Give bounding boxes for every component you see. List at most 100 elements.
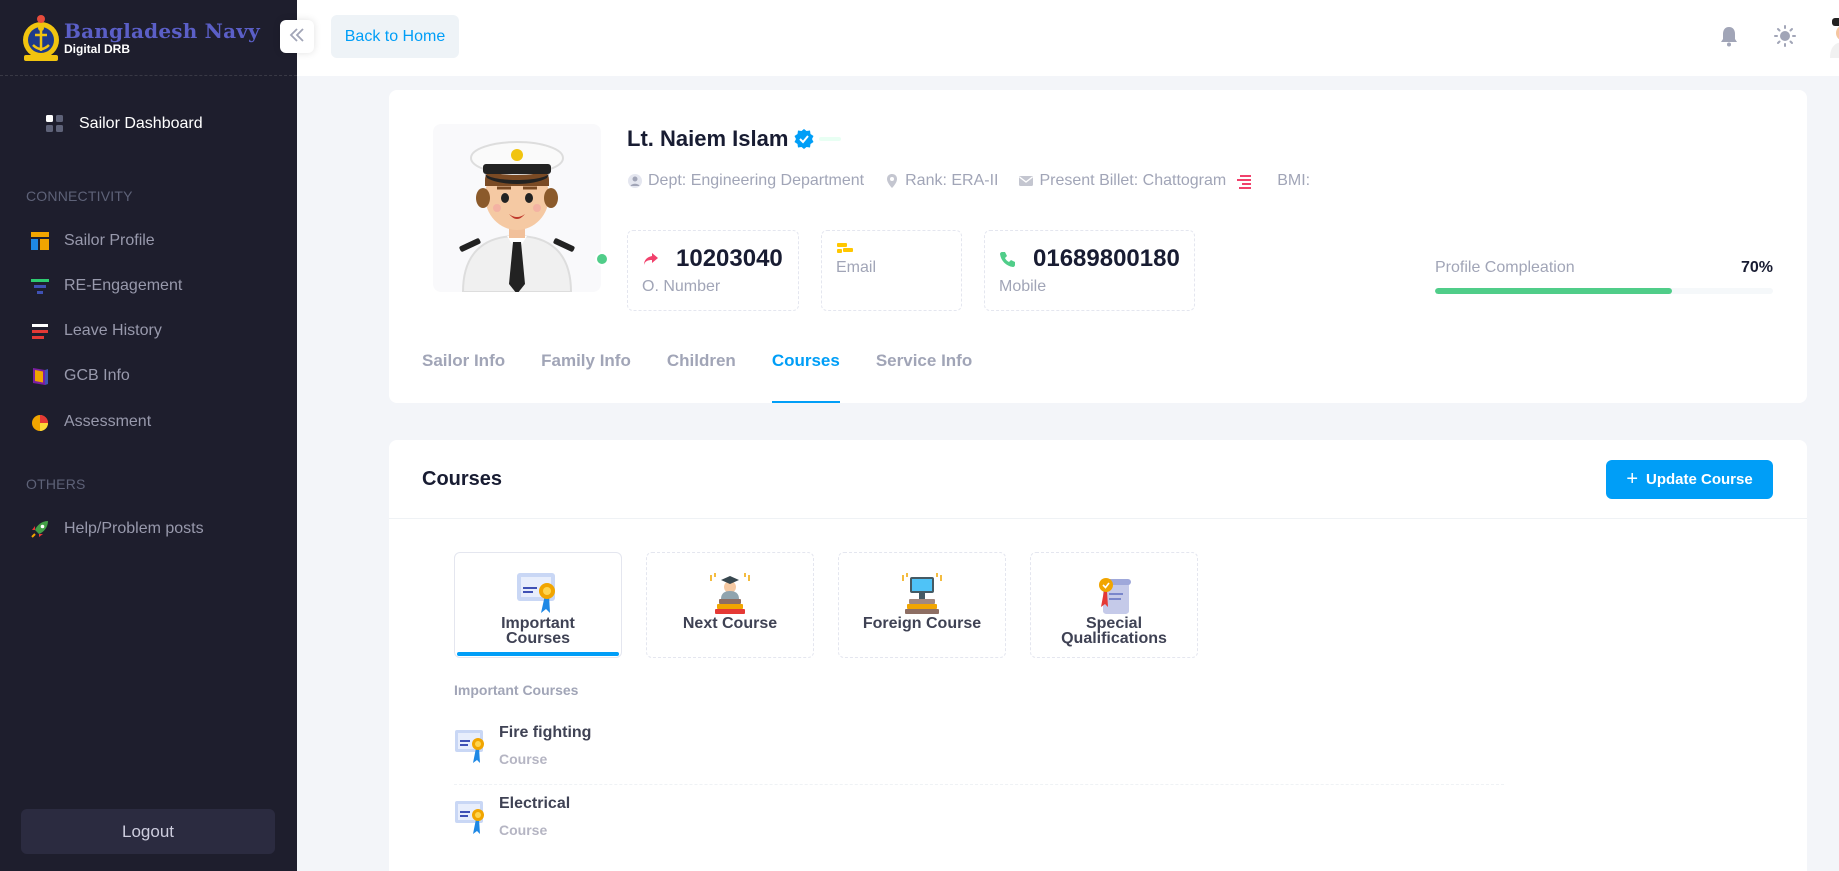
sidebar-item-re-engagement[interactable]: RE-Engagement [0,268,297,304]
brand-title: Bangladesh Navy [64,18,260,43]
profile-name: Lt. Naiem Islam [627,126,789,151]
navy-logo-icon [20,13,62,63]
filter-icon [30,276,50,296]
user-avatar[interactable] [1824,16,1839,58]
pie-icon [30,412,50,432]
scroll-award-icon [1091,571,1137,615]
profile-completion-value: 70% [1741,259,1774,276]
phone-icon [999,250,1017,268]
menu-lines-icon [1236,173,1252,189]
sidebar-item-sailor-profile[interactable]: Sailor Profile [0,223,297,259]
billet-meta: Present Billet: Chattogram [1018,172,1257,190]
profile-card: Lt. Naiem Islam Dept: Engineering Depart… [389,90,1807,403]
category-label: Important Courses [501,615,575,647]
plus-icon: + [1626,468,1638,490]
o-number-label: O. Number [642,278,721,295]
certificate-icon [454,728,488,764]
sidebar-item-label: RE-Engagement [64,277,183,294]
divider [389,518,1807,519]
certificate-icon [515,571,561,615]
list-item[interactable]: Electrical Course [454,785,1504,856]
location-pin-icon [884,173,900,189]
double-chevron-left-icon [289,25,305,48]
category-special-qualifications[interactable]: Special Qualifications [1030,552,1198,658]
courses-title: Courses [422,468,503,490]
list-item[interactable]: Fire fighting Course [454,714,1504,785]
tab-sailor-info[interactable]: Sailor Info [422,340,505,403]
sidebar: Bangladesh Navy Digital DRB Sailor Dashb… [0,0,297,871]
logout-button[interactable]: Logout [21,809,275,854]
sidebar-item-label: Sailor Dashboard [79,115,203,132]
status-pill [819,137,841,141]
dashboard-icon [45,114,65,134]
list-icon [30,321,50,341]
user-circle-icon [627,173,643,189]
sidebar-item-label: Help/Problem posts [64,520,204,537]
dept-text: Dept: Engineering Department [648,172,865,189]
profile-tabs: Sailor Info Family Info Children Courses… [422,340,1008,403]
rank-meta: Rank: ERA-II [884,172,998,190]
profile-meta: Dept: Engineering Department Rank: ERA-I… [627,172,1330,190]
computer-books-icon [899,571,945,615]
rocket-icon [30,519,50,539]
sidebar-item-help[interactable]: Help/Problem posts [0,511,297,547]
sidebar-item-label: GCB Info [64,367,130,384]
o-number-stat: 10203040 O. Number [627,230,799,311]
sidebar-item-dashboard[interactable]: Sailor Dashboard [0,106,297,142]
tab-children[interactable]: Children [667,340,736,403]
tab-family-info[interactable]: Family Info [541,340,631,403]
update-course-button[interactable]: + Update Course [1606,460,1773,499]
coins-icon [836,240,854,258]
course-section-label: Important Courses [454,682,579,698]
category-label: Special Qualifications [1061,615,1167,647]
course-name: Electrical [499,795,571,812]
category-next-course[interactable]: Next Course [646,552,814,658]
section-label-others: OTHERS [26,476,86,492]
mobile-value: 01689800180 [1033,245,1180,272]
sidebar-item-assessment[interactable]: Assessment [0,404,297,440]
verified-badge-icon [793,128,815,150]
brand[interactable]: Bangladesh Navy Digital DRB [0,0,297,76]
category-foreign-course[interactable]: Foreign Course [838,552,1006,658]
mail-icon [1018,173,1034,189]
graduate-books-icon [707,571,753,615]
mobile-label: Mobile [999,278,1047,295]
online-status-indicator [595,252,609,266]
rank-text: Rank: ERA-II [905,172,999,189]
email-stat: Email [821,230,962,311]
collapse-sidebar-button[interactable] [280,20,314,53]
profile-completion-bar [1435,288,1773,294]
profile-completion-label: Profile Compleation [1435,259,1575,276]
o-number-value: 10203040 [676,245,783,272]
update-course-label: Update Course [1646,471,1753,488]
course-type: Course [499,822,548,838]
course-name: Fire fighting [499,724,592,741]
tab-courses[interactable]: Courses [771,340,840,403]
back-to-home-button[interactable]: Back to Home [331,15,459,58]
sun-icon[interactable] [1773,24,1797,48]
layout-icon [30,231,50,251]
category-label: Foreign Course [862,615,982,632]
brand-subtitle: Digital DRB [64,41,130,56]
profile-completion-fill [1435,288,1672,294]
sidebar-item-leave-history[interactable]: Leave History [0,313,297,349]
email-label: Email [836,259,877,276]
billet-text: Present Billet: Chattogram [1039,172,1227,189]
sidebar-item-label: Assessment [64,413,152,430]
book-icon [30,366,50,386]
tab-service-info[interactable]: Service Info [876,340,972,403]
bmi-text: BMI: [1277,172,1311,189]
sidebar-item-label: Sailor Profile [64,232,155,249]
sidebar-item-label: Leave History [64,322,162,339]
section-label-connectivity: CONNECTIVITY [26,188,133,204]
category-important-courses[interactable]: Important Courses [454,552,622,658]
dept-meta: Dept: Engineering Department [627,172,864,190]
mobile-stat: 01689800180 Mobile [984,230,1195,311]
bell-icon[interactable] [1717,24,1741,48]
category-label: Next Course [682,615,778,632]
profile-avatar [433,124,601,292]
sidebar-item-gcb-info[interactable]: GCB Info [0,358,297,394]
course-type: Course [499,751,548,767]
top-header: Back to Home [297,0,1839,76]
share-arrow-icon [642,250,660,268]
